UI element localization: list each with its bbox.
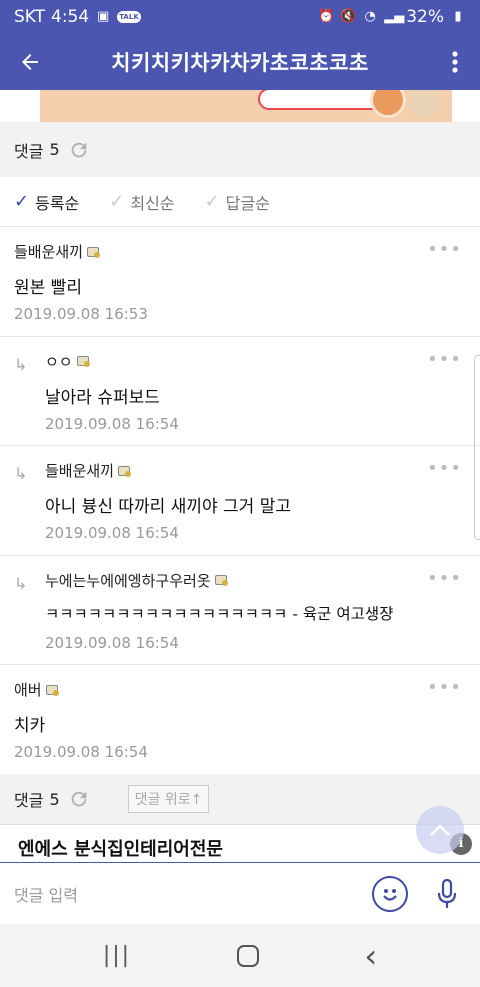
refresh-icon[interactable] [68,788,90,810]
comment-date: 2019.09.08 16:54 [45,633,179,652]
more-options-icon[interactable]: ••• [427,349,462,370]
comment-date: 2019.09.08 16:53 [14,305,148,323]
vertical-dots-icon [452,51,458,73]
refresh-icon[interactable] [68,139,90,161]
check-icon: ✓ [204,191,220,212]
image-notification-icon: ▣ [97,9,110,24]
comment-item: ↳ 들배운새끼 아니 븅신 따까리 새끼야 그거 말고 2019.09.08 1… [0,446,480,556]
comment-date: 2019.09.08 16:54 [45,414,179,433]
clock: 4:54 [51,7,90,27]
reply-arrow-icon: ↳ [14,354,28,374]
comment-count-footer: 댓글 5 댓글 위로↑ [0,774,480,824]
comment-item: 들배운새끼 원본 빨리 2019.09.08 16:53 ••• [0,227,480,337]
banner-pill [258,90,388,110]
comment-item: 애버 치카 2019.09.08 16:54 ••• [0,665,480,775]
back-icon[interactable]: ‹ [364,937,377,975]
app-bar: 치키치키차카차카초코초코초 [0,34,480,90]
member-badge-icon [118,465,132,477]
carrier-label: SKT [14,7,46,27]
more-menu-button[interactable] [430,34,480,90]
banner-image [40,90,452,122]
sort-label: 등록순 [35,193,80,213]
member-badge-icon [76,356,90,367]
more-options-icon[interactable]: ••• [427,677,462,698]
page-title: 치키치키차카차카초코초코초 [111,51,369,75]
chevron-up-icon [430,824,450,836]
comment-label: 댓글 [14,791,44,810]
back-button[interactable] [0,34,60,90]
member-badge-icon [214,575,228,586]
more-options-icon[interactable]: ••• [427,458,462,479]
comment-count: 5 [49,140,60,159]
system-nav-bar: ||| ‹ [0,924,480,987]
comment-date: 2019.09.08 16:54 [45,524,179,542]
author-name: 누에는누에에엥하구우러옷 [45,571,211,590]
ad-text: 엔에스 분식집인테리어전문 [18,839,223,860]
check-icon: ✓ [14,191,30,212]
more-options-icon[interactable]: ••• [427,239,462,260]
scroll-to-comments-button[interactable]: 댓글 위로↑ [127,785,210,813]
banner-product-image-2 [408,90,440,118]
voice-input-button[interactable] [432,876,462,912]
microphone-icon [437,878,457,908]
reply-arrow-icon: ↳ [14,464,28,483]
comment-author[interactable]: 누에는누에에엥하구우러옷 [45,570,228,591]
recent-apps-icon[interactable]: ||| [103,943,131,968]
comment-label: 댓글 [14,141,44,161]
author-name: 들배운새끼 [14,243,84,261]
smiley-icon [383,888,397,901]
home-icon[interactable] [236,944,259,967]
sort-options: ✓ 등록순 ✓ 최신순 ✓ 답글순 [0,177,480,227]
comment-input-bar: 댓글 입력 [0,862,480,924]
comment-date: 2019.09.08 16:54 [14,743,148,761]
banner-product-image [370,90,406,118]
member-badge-icon [45,684,59,696]
comment-author[interactable]: ㅇㅇ [45,351,90,372]
comment-input[interactable]: 댓글 입력 [14,882,372,906]
sort-label: 답글순 [225,193,270,213]
comment-author[interactable]: 애버 [14,679,59,700]
comment-author[interactable]: 들배운새끼 [14,241,101,262]
battery-icon: ▮ [454,9,462,24]
sort-replies[interactable]: ✓ 답글순 [205,190,270,214]
sort-latest[interactable]: ✓ 최신순 [109,190,174,214]
member-badge-icon [87,246,101,258]
sort-registered[interactable]: ✓ 등록순 [14,190,79,214]
comment-body: 치카 [14,716,46,736]
scrollbar[interactable] [474,355,480,540]
battery-level: 32% [406,7,444,27]
check-icon: ✓ [109,191,125,212]
comment-count-header: 댓글 5 [0,122,480,177]
text-ad[interactable]: 엔에스 분식집인테리어전문 i [0,824,480,862]
top-banner-ad[interactable] [0,90,480,122]
author-name: 들배운새끼 [45,462,115,480]
author-name: 애버 [14,681,42,699]
comment-body: 아니 븅신 따까리 새끼야 그거 말고 [45,497,291,517]
alarm-icon: ⏰ [318,9,335,24]
comment-count: 5 [49,789,60,809]
scroll-top-button[interactable] [416,806,464,854]
emoji-button[interactable] [372,875,408,912]
more-options-icon[interactable]: ••• [427,568,462,589]
reply-arrow-icon: ↳ [14,573,28,593]
comment-item: ↳ 누에는누에에엥하구우러옷 ㅋㅋㅋㅋㅋㅋㅋㅋㅋㅋㅋㅋㅋㅋㅋㅋㅋ - 육군 여고… [0,556,480,665]
comment-item: ↳ ㅇㅇ 날아라 슈퍼보드 2019.09.08 16:54 ••• [0,337,480,446]
signal-icon: ▂▄ [384,9,405,24]
talk-notification-icon: TALK [117,11,141,23]
comment-author[interactable]: 들배운새끼 [45,460,132,481]
author-name: ㅇㅇ [45,352,73,371]
comment-body: 날아라 슈퍼보드 [45,387,160,408]
mute-icon: 🔇 [340,9,357,24]
arrow-left-icon [22,54,38,70]
sort-label: 최신순 [130,193,175,213]
comment-list: 들배운새끼 원본 빨리 2019.09.08 16:53 ••• ↳ ㅇㅇ 날아… [0,227,480,775]
status-bar: SKT 4:54 ▣ TALK ⏰ 🔇 ◔ ▂▄ 32% ▮ [0,0,480,34]
comment-body: 원본 빨리 [14,278,82,298]
comment-body: ㅋㅋㅋㅋㅋㅋㅋㅋㅋㅋㅋㅋㅋㅋㅋㅋㅋ - 육군 여고생쟝 [45,604,394,623]
wifi-icon: ◔ [364,9,376,24]
